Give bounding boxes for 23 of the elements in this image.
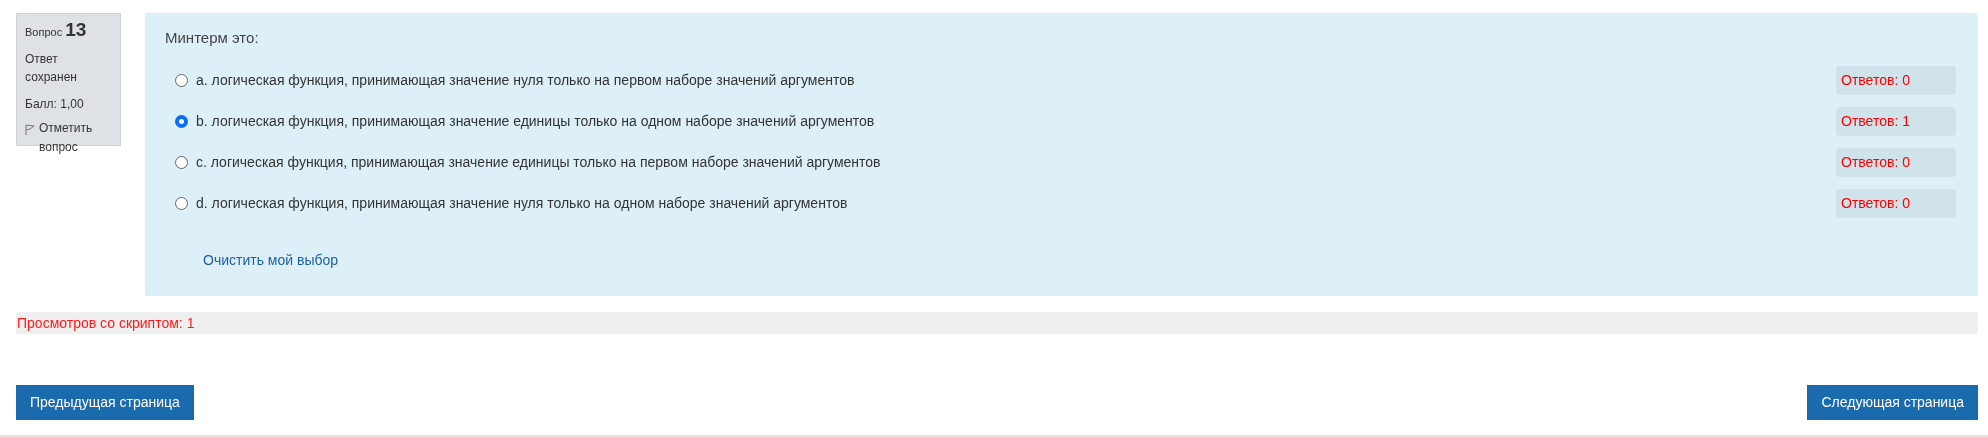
radio-button[interactable] <box>175 155 188 169</box>
answer-option[interactable]: a. логическая функция, принимающая значение нуля только на первом наборе значений аргументов <box>196 69 855 91</box>
radio-button[interactable] <box>175 73 188 87</box>
question-text: Минтерм это: <box>165 28 260 48</box>
answer-option[interactable]: c. логическая функция, принимающая значение единицы только на первом наборе значений аргументов <box>196 151 881 173</box>
question-number: 13 <box>65 20 87 39</box>
score-text: Балл: 1,00 <box>25 95 85 113</box>
radio-button[interactable] <box>175 114 188 128</box>
answer-option[interactable]: d. логическая функция, принимающая значение нуля только на одном наборе значений аргументов <box>196 192 848 214</box>
answer-status: Ответ сохранен <box>25 50 78 86</box>
answer-count: Ответов: 0 <box>1836 65 1956 95</box>
flag-question-link[interactable]: Отметить вопрос <box>39 118 112 157</box>
script-views-bar: Просмотров со скриптом: 1 <box>16 312 1978 334</box>
answer-count: Ответов: 0 <box>1836 147 1956 177</box>
answer-count: Ответов: 1 <box>1836 106 1956 136</box>
answer-count: Ответов: 0 <box>1836 188 1956 218</box>
next-page-button[interactable]: Следующая страница <box>1807 385 1978 420</box>
previous-page-button[interactable]: Предыдущая страница <box>16 385 194 420</box>
answer-option[interactable]: b. логическая функция, принимающая значение единицы только на одном наборе значений аргументов <box>196 110 875 132</box>
flag-icon[interactable] <box>25 123 35 136</box>
question-label: Вопрос <box>25 25 63 40</box>
radio-button[interactable] <box>175 196 188 210</box>
clear-choice-link[interactable]: Очистить мой выбор <box>203 251 339 268</box>
